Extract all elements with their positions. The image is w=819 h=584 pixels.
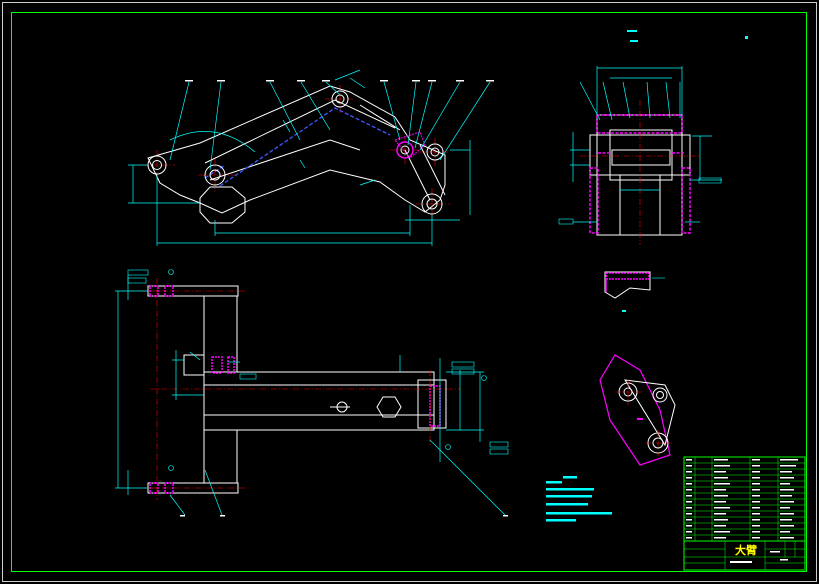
- title-block-part-name: 大臂: [735, 543, 757, 557]
- outer-sheet-border: [2, 2, 817, 582]
- top-view-boom: [115, 269, 509, 517]
- section-view-a-a: [558, 30, 748, 245]
- engineering-drawing-sheet: 大臂: [2, 2, 817, 582]
- title-block: 大臂: [683, 456, 806, 571]
- rib-section-detail: [604, 271, 665, 312]
- technical-requirements-notes: [546, 476, 612, 522]
- lug-plate-detail: [599, 354, 676, 466]
- front-view-boom: [128, 69, 494, 246]
